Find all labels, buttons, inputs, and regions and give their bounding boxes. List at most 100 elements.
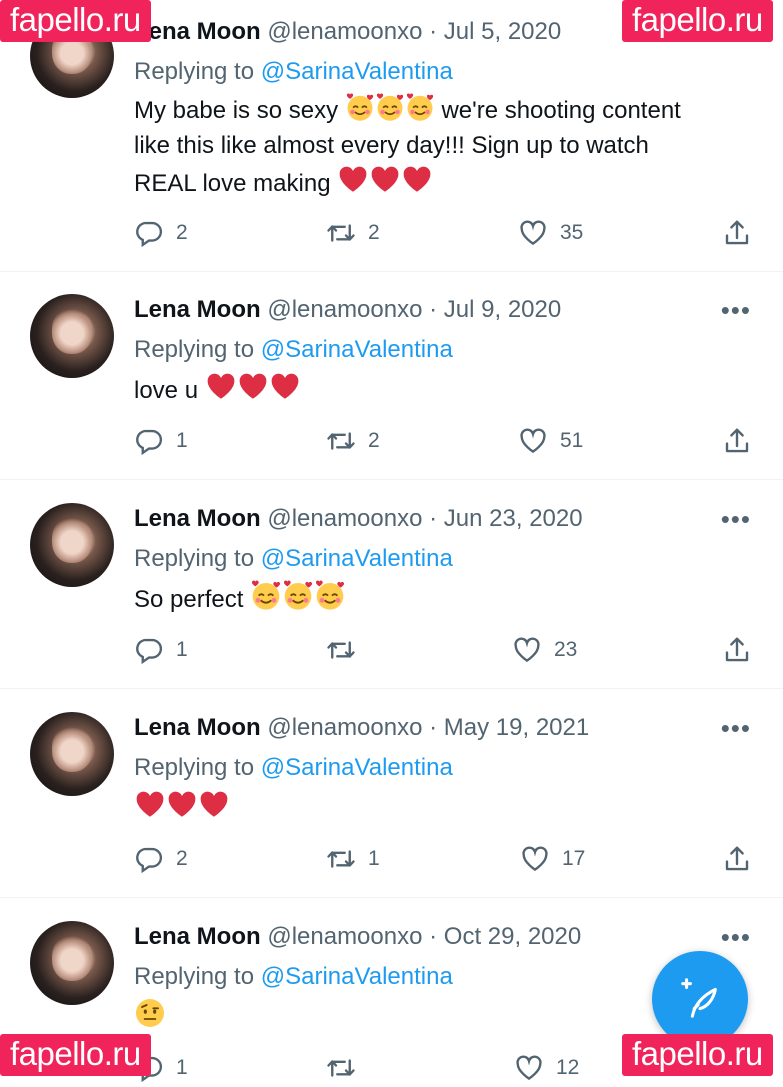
tweet-date[interactable]: May 19, 2021: [444, 714, 589, 741]
retweet-button[interactable]: [326, 1053, 368, 1083]
tweet-actions: 1 2 51: [134, 426, 754, 460]
retweet-button[interactable]: 2: [326, 218, 380, 248]
replying-to: Replying to @SarinaValentina: [134, 545, 453, 572]
tweet[interactable]: Lena Moon @lenamoonxo · Jun 23, 2020 •••…: [0, 481, 783, 689]
smiling-face-with-hearts-emoji: [314, 579, 346, 611]
share-icon: [722, 426, 752, 456]
reply-handle-link[interactable]: @SarinaValentina: [261, 963, 453, 990]
heart-emoji: [134, 788, 166, 820]
tweet-text: [134, 788, 744, 826]
raised-eyebrow-emoji: [134, 997, 166, 1029]
share-icon: [722, 218, 752, 248]
tweet-header: Lena Moon @lenamoonxo · May 19, 2021: [134, 714, 590, 741]
like-icon: [518, 218, 548, 248]
author-name[interactable]: Lena Moon: [134, 296, 261, 323]
more-icon[interactable]: •••: [721, 715, 751, 741]
heart-emoji: [337, 163, 369, 195]
watermark-top-left: fapello.ru: [0, 0, 151, 42]
replying-to: Replying to @SarinaValentina: [134, 963, 453, 990]
smiling-face-with-hearts-emoji: [250, 579, 282, 611]
more-icon[interactable]: •••: [721, 924, 751, 950]
reply-button[interactable]: 1: [134, 426, 188, 456]
like-button[interactable]: 12: [514, 1053, 579, 1083]
retweet-button[interactable]: [326, 635, 368, 665]
like-button[interactable]: 23: [512, 635, 577, 665]
heart-emoji: [269, 370, 301, 402]
avatar[interactable]: [30, 712, 114, 796]
retweet-icon: [326, 426, 356, 456]
author-handle[interactable]: @lenamoonxo: [267, 505, 422, 532]
like-button[interactable]: 35: [518, 218, 583, 248]
tweet[interactable]: Lena Moon @lenamoonxo · May 19, 2021 •••…: [0, 690, 783, 898]
tweet-date[interactable]: Jun 23, 2020: [444, 505, 583, 532]
divider: [0, 479, 783, 480]
author-name[interactable]: Lena Moon: [134, 714, 261, 741]
heart-emoji: [237, 370, 269, 402]
share-button[interactable]: [722, 844, 752, 874]
smiling-face-with-hearts-emoji: [282, 579, 314, 611]
watermark-bottom-right: fapello.ru: [622, 1034, 773, 1076]
divider: [0, 897, 783, 898]
retweet-icon: [326, 635, 356, 665]
author-handle[interactable]: @lenamoonxo: [267, 714, 422, 741]
reply-icon: [134, 635, 164, 665]
avatar[interactable]: [30, 921, 114, 1005]
retweet-icon: [326, 844, 356, 874]
heart-emoji: [205, 370, 237, 402]
compose-tweet-button[interactable]: [652, 951, 748, 1047]
like-button[interactable]: 51: [518, 426, 583, 456]
author-handle[interactable]: @lenamoonxo: [267, 296, 422, 323]
reply-handle-link[interactable]: @SarinaValentina: [261, 545, 453, 572]
avatar[interactable]: [30, 294, 114, 378]
reply-button[interactable]: 2: [134, 844, 188, 874]
author-name[interactable]: Lena Moon: [134, 923, 261, 950]
retweet-button[interactable]: 2: [326, 426, 380, 456]
share-icon: [722, 635, 752, 665]
reply-icon: [134, 426, 164, 456]
reply-icon: [134, 218, 164, 248]
reply-button[interactable]: 1: [134, 635, 188, 665]
like-icon: [514, 1053, 544, 1083]
tweet-header: Lena Moon @lenamoonxo · Oct 29, 2020: [134, 923, 582, 950]
tweet-date[interactable]: Jul 9, 2020: [444, 296, 561, 323]
tweet-actions: 2 1 17: [134, 844, 754, 878]
compose-icon: [681, 978, 717, 1018]
tweet-text: So perfect: [134, 579, 744, 617]
reply-icon: [134, 844, 164, 874]
smiling-face-with-hearts-emoji: [405, 92, 435, 122]
author-name[interactable]: Lena Moon: [134, 18, 261, 45]
replying-to: Replying to @SarinaValentina: [134, 754, 453, 781]
avatar[interactable]: [30, 503, 114, 587]
like-icon: [512, 635, 542, 665]
reply-handle-link[interactable]: @SarinaValentina: [261, 336, 453, 363]
share-button[interactable]: [722, 635, 752, 665]
smiling-face-with-hearts-emoji: [375, 92, 405, 122]
heart-emoji: [198, 788, 230, 820]
share-button[interactable]: [722, 218, 752, 248]
retweet-button[interactable]: 1: [326, 844, 380, 874]
tweet-date[interactable]: Oct 29, 2020: [444, 923, 581, 950]
heart-emoji: [166, 788, 198, 820]
like-button[interactable]: 17: [520, 844, 585, 874]
author-name[interactable]: Lena Moon: [134, 505, 261, 532]
tweet-header: Lena Moon @lenamoonxo · Jun 23, 2020: [134, 505, 583, 532]
more-icon[interactable]: •••: [721, 506, 751, 532]
replying-to: Replying to @SarinaValentina: [134, 336, 453, 363]
author-handle[interactable]: @lenamoonxo: [267, 923, 422, 950]
reply-handle-link[interactable]: @SarinaValentina: [261, 754, 453, 781]
author-handle[interactable]: @lenamoonxo: [267, 18, 422, 45]
reply-handle-link[interactable]: @SarinaValentina: [261, 58, 453, 85]
share-button[interactable]: [722, 426, 752, 456]
more-icon[interactable]: •••: [721, 297, 751, 323]
tweet-date[interactable]: Jul 5, 2020: [444, 18, 561, 45]
tweet-header: Lena Moon @lenamoonxo · Jul 5, 2020: [134, 18, 562, 45]
tweet-actions: 2 2 35: [134, 218, 754, 252]
divider: [0, 688, 783, 689]
retweet-icon: [326, 218, 356, 248]
retweet-icon: [326, 1053, 356, 1083]
like-icon: [520, 844, 550, 874]
tweet[interactable]: Lena Moon @lenamoonxo · Jul 9, 2020 ••• …: [0, 272, 783, 480]
watermark-top-right: fapello.ru: [622, 0, 773, 42]
replying-to: Replying to @SarinaValentina: [134, 58, 453, 85]
reply-button[interactable]: 2: [134, 218, 188, 248]
